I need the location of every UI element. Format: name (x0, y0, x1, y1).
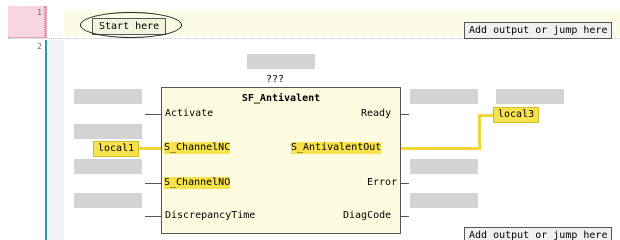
start-here-highlight-ellipse (80, 12, 182, 38)
wire-antivalent-out-h1 (401, 147, 479, 150)
wire-discrepancy-time (145, 216, 161, 217)
variable-local3[interactable]: local3 (493, 107, 540, 123)
wire-channel-nc (137, 147, 161, 150)
output-diagcode-placeholder[interactable] (410, 193, 478, 208)
power-rail (45, 40, 47, 240)
instance-name-placeholder[interactable] (247, 54, 315, 69)
instance-name[interactable]: ??? (266, 74, 284, 85)
wire-error (401, 183, 409, 184)
output-error-placeholder[interactable] (410, 159, 478, 174)
rung-1-number: 1 (37, 8, 42, 17)
add-output-jump-bottom[interactable]: Add output or jump here (464, 227, 613, 240)
pin-s-channel-no[interactable]: S_ChannelNO (164, 177, 231, 189)
function-block-type: SF_Antivalent (241, 93, 321, 104)
pin-error[interactable]: Error (367, 177, 397, 189)
rung-1-rail (45, 6, 47, 38)
pin-s-channel-nc[interactable]: S_ChannelNC (164, 142, 231, 154)
wire-antivalent-out-h2 (478, 114, 494, 117)
wire-channel-no (145, 183, 161, 184)
input-discrepancy-placeholder[interactable] (74, 193, 142, 208)
output-ready-placeholder[interactable] (410, 89, 478, 104)
wire-activate (145, 114, 161, 115)
input-placeholder-2[interactable] (74, 124, 142, 139)
output-placeholder-2[interactable] (496, 89, 564, 104)
rung-2-gutter (48, 40, 64, 240)
pin-discrepancy-time[interactable]: DiscrepancyTime (165, 210, 255, 222)
wire-ready (401, 114, 409, 115)
variable-local1[interactable]: local1 (93, 141, 140, 157)
input-nc-placeholder[interactable] (74, 159, 142, 174)
rung-2-number: 2 (37, 42, 42, 51)
wire-antivalent-out-v (478, 114, 481, 150)
pin-ready[interactable]: Ready (361, 108, 391, 120)
pin-s-antivalent-out[interactable]: S_AntivalentOut (291, 142, 382, 154)
input-activate-placeholder[interactable] (74, 89, 142, 104)
wire-diagcode (401, 216, 409, 217)
pin-diagcode[interactable]: DiagCode (343, 210, 391, 222)
pin-activate[interactable]: Activate (165, 108, 213, 120)
add-output-jump-top[interactable]: Add output or jump here (464, 22, 613, 39)
